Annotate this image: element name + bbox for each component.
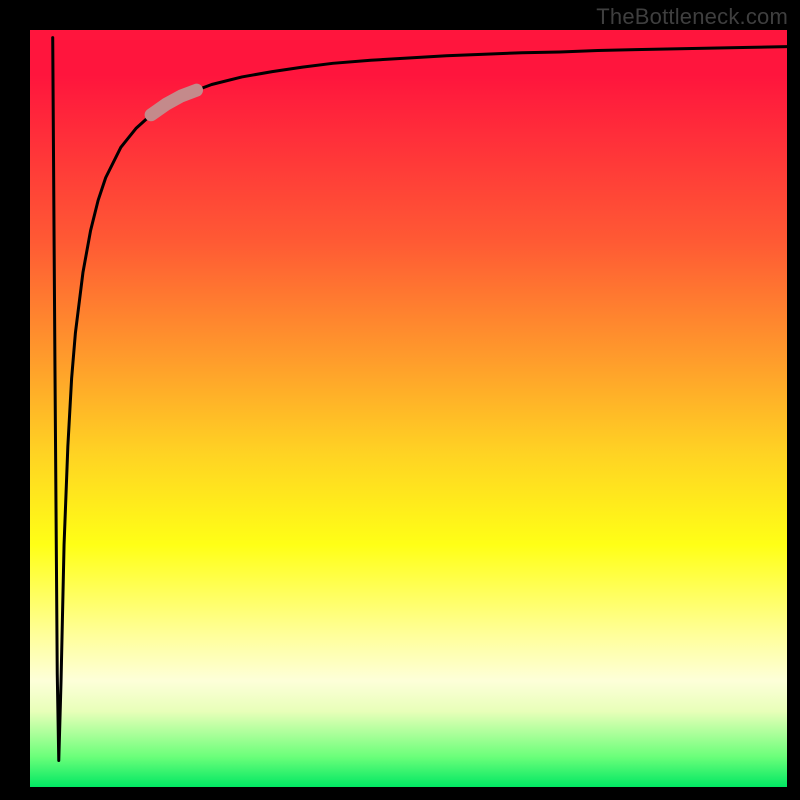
bottleneck-curve — [53, 38, 787, 761]
highlight-segment — [151, 90, 196, 115]
curve-svg — [30, 30, 787, 787]
chart-stage: TheBottleneck.com — [0, 0, 800, 800]
plot-area — [30, 30, 787, 787]
watermark-text: TheBottleneck.com — [596, 4, 788, 30]
